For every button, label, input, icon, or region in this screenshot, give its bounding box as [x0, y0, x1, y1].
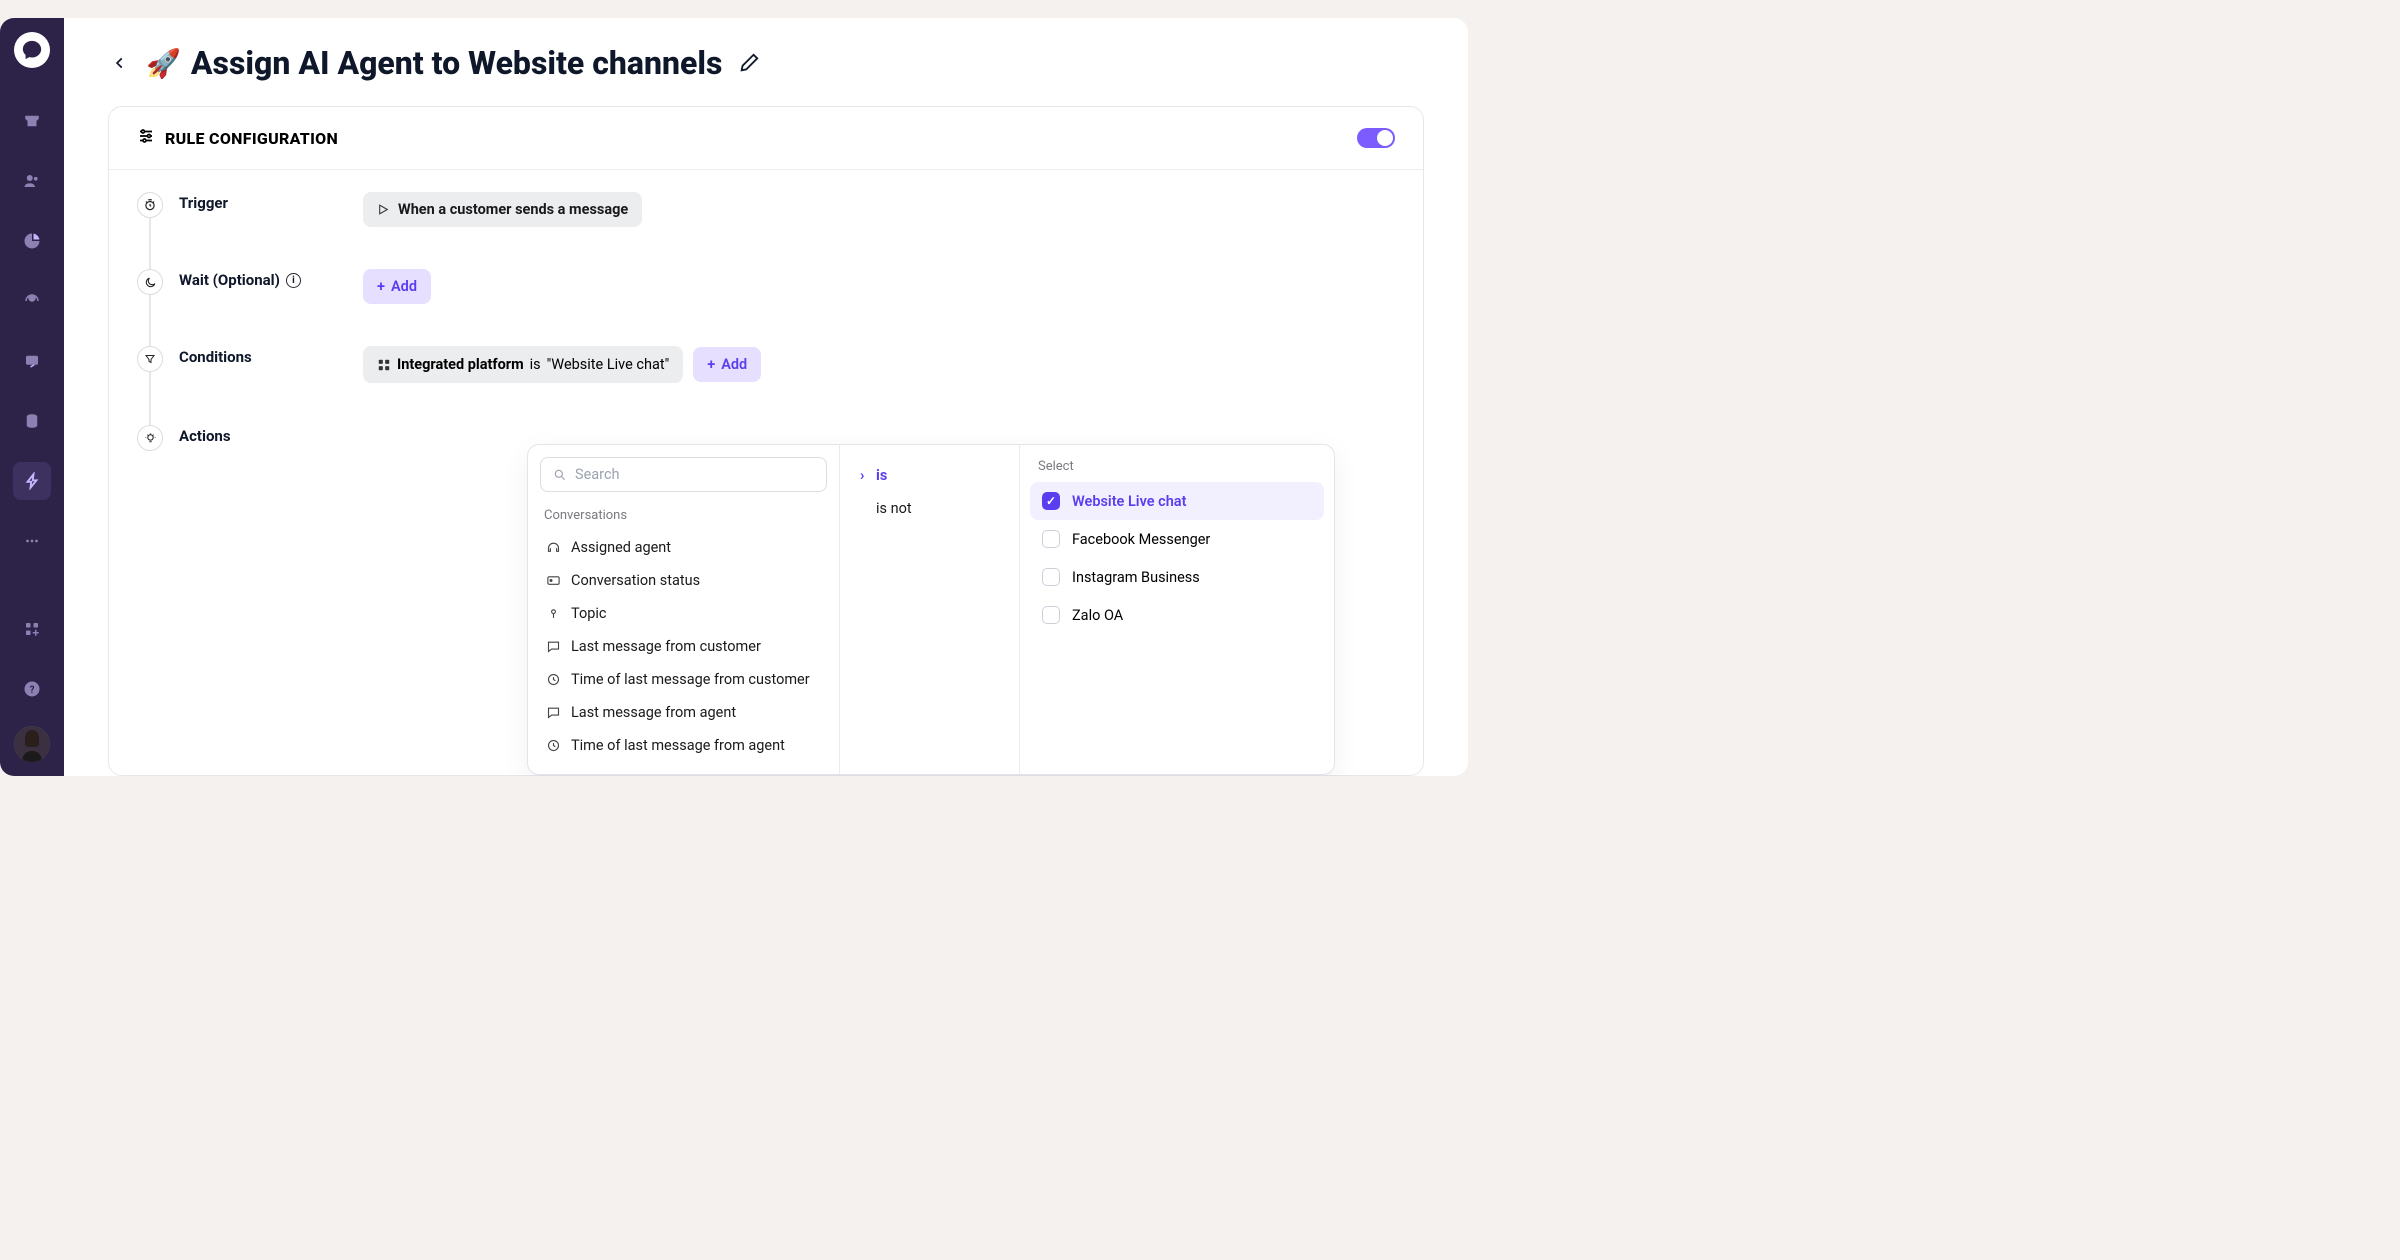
sidebar-item-reports[interactable] [13, 222, 51, 260]
attr-time-last-msg-customer[interactable]: Time of last message from customer [540, 663, 827, 696]
operator-is[interactable]: ›is [844, 459, 1015, 492]
bulb-icon [137, 425, 163, 451]
option-facebook-messenger[interactable]: Facebook Messenger [1030, 520, 1324, 558]
rule-config-label: RULE CONFIGURATION [165, 129, 338, 148]
sidebar-item-contacts[interactable] [13, 162, 51, 200]
condition-add-button[interactable]: +Add [693, 347, 761, 382]
step-conditions: Conditions Integrated platform is "Websi… [137, 346, 1395, 383]
checkbox-icon [1042, 530, 1060, 548]
main-content: 🚀 Assign AI Agent to Website channels RU… [64, 18, 1468, 776]
sidebar-item-automations[interactable] [13, 462, 51, 500]
rule-enabled-toggle[interactable] [1357, 128, 1395, 148]
sidebar-item-apps[interactable] [13, 610, 51, 648]
attr-assigned-agent[interactable]: Assigned agent [540, 531, 827, 564]
step-wait: Wait (Optional) i +Add [137, 269, 1395, 304]
info-icon[interactable]: i [286, 273, 301, 288]
user-avatar[interactable] [14, 726, 50, 762]
checkbox-icon [1042, 606, 1060, 624]
select-label: Select [1030, 459, 1324, 482]
app-logo[interactable] [14, 32, 50, 68]
page-title-text: Assign AI Agent to Website channels [191, 44, 723, 82]
option-instagram-business[interactable]: Instagram Business [1030, 558, 1324, 596]
edit-title-button[interactable] [738, 44, 760, 82]
operator-column: ›is ›is not [840, 445, 1020, 774]
attr-last-msg-agent[interactable]: Last message from agent [540, 696, 827, 729]
option-website-live-chat[interactable]: Website Live chat [1030, 482, 1324, 520]
clock-icon [137, 192, 163, 218]
sidebar-item-support[interactable] [13, 282, 51, 320]
wait-add-button[interactable]: +Add [363, 269, 431, 304]
sidebar: ? [0, 18, 64, 776]
rocket-icon: 🚀 [146, 47, 181, 80]
attribute-search-input[interactable]: Search [540, 457, 827, 492]
attr-topic[interactable]: Topic [540, 597, 827, 630]
back-button[interactable] [108, 51, 132, 75]
option-zalo-oa[interactable]: Zalo OA [1030, 596, 1324, 634]
page-header: 🚀 Assign AI Agent to Website channels [108, 44, 1424, 82]
filter-icon [137, 346, 163, 372]
actions-label: Actions [179, 425, 347, 445]
attr-time-last-msg-agent[interactable]: Time of last message from agent [540, 729, 827, 762]
value-column: Select Website Live chat Facebook Messen… [1020, 445, 1334, 774]
checkbox-icon [1042, 568, 1060, 586]
operator-is-not[interactable]: ›is not [844, 492, 1015, 525]
condition-pill[interactable]: Integrated platform is "Website Live cha… [363, 346, 683, 383]
sidebar-item-inbox[interactable] [13, 102, 51, 140]
attribute-column: Search Conversations Assigned agent Conv… [528, 445, 840, 774]
wait-label: Wait (Optional) i [179, 269, 347, 289]
trigger-pill-text: When a customer sends a message [398, 201, 628, 218]
page-title: 🚀 Assign AI Agent to Website channels [146, 44, 760, 82]
trigger-pill[interactable]: When a customer sends a message [363, 192, 642, 227]
sliders-icon [137, 127, 155, 149]
sidebar-item-help[interactable]: ? [13, 670, 51, 708]
category-label: Conversations [540, 502, 827, 531]
svg-text:?: ? [30, 685, 35, 696]
rule-timeline: Trigger When a customer sends a message [109, 170, 1423, 491]
conditions-label: Conditions [179, 346, 347, 366]
trigger-label: Trigger [179, 192, 347, 212]
moon-icon [137, 269, 163, 295]
sidebar-item-data[interactable] [13, 402, 51, 440]
rule-card-header: RULE CONFIGURATION [109, 107, 1423, 170]
sidebar-item-more[interactable] [13, 522, 51, 560]
attr-conversation-status[interactable]: Conversation status [540, 564, 827, 597]
sidebar-item-campaigns[interactable] [13, 342, 51, 380]
condition-field: Integrated platform [397, 356, 524, 373]
condition-operator: is [530, 356, 541, 373]
checkbox-icon [1042, 492, 1060, 510]
search-placeholder: Search [575, 466, 620, 483]
condition-dropdown: Search Conversations Assigned agent Conv… [527, 444, 1335, 775]
rule-card: RULE CONFIGURATION Trigger [108, 106, 1424, 776]
condition-value: "Website Live chat" [547, 356, 670, 373]
attr-last-msg-customer[interactable]: Last message from customer [540, 630, 827, 663]
step-trigger: Trigger When a customer sends a message [137, 192, 1395, 227]
